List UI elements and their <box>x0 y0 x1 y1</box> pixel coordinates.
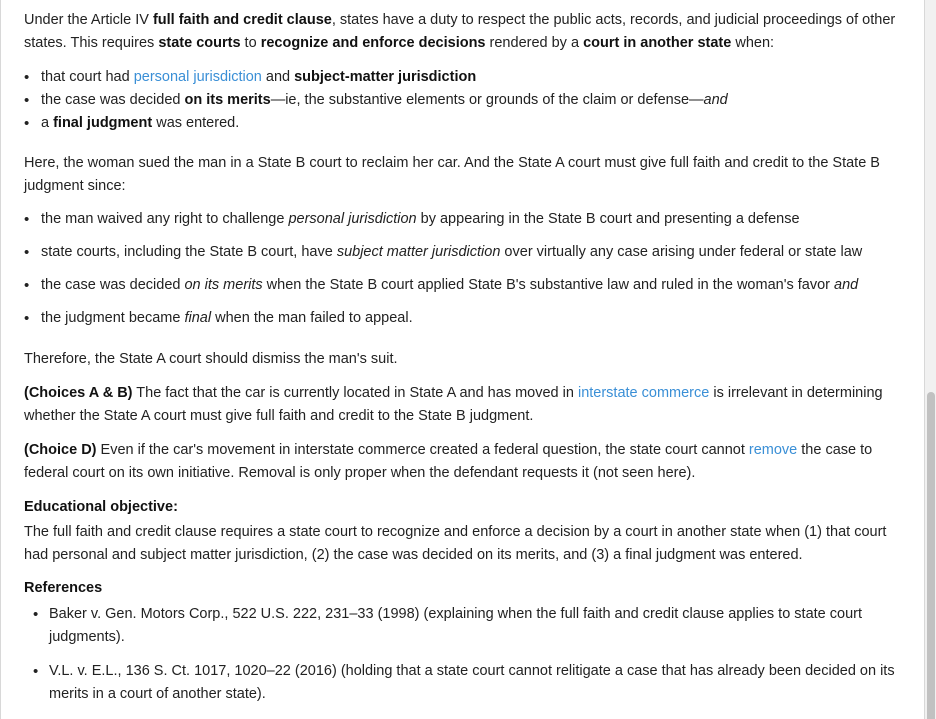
here-paragraph: Here, the woman sued the man in a State … <box>24 152 909 198</box>
interstate-commerce-link[interactable]: interstate commerce <box>578 385 709 401</box>
fact-item: state courts, including the State B cour… <box>1 241 909 264</box>
list-text: the man waived any right to challenge <box>41 211 289 227</box>
choice-ab-paragraph: (Choices A & B) The fact that the car is… <box>24 382 909 428</box>
references-list: Baker v. Gen. Motors Corp., 522 U.S. 222… <box>1 603 909 706</box>
intro-text: to <box>240 35 261 51</box>
fact-item: the case was decided on its merits when … <box>1 274 909 297</box>
list-text: the case was decided <box>41 92 185 108</box>
requirement-item: that court had personal jurisdiction and… <box>1 66 909 89</box>
italic-term: on its merits <box>184 277 263 293</box>
therefore-text: Therefore, the State A court should dism… <box>24 351 398 367</box>
facts-list: the man waived any right to challenge pe… <box>1 208 909 330</box>
requirement-item: the case was decided on its merits—ie, t… <box>1 89 909 112</box>
italic-term: personal jurisdiction <box>288 211 417 227</box>
intro-text: when: <box>731 35 775 51</box>
term-recognize-enforce: recognize and enforce decisions <box>260 35 486 51</box>
objective-text: The full faith and credit clause require… <box>24 524 887 563</box>
fact-item: the judgment became final when the man f… <box>1 307 909 330</box>
educational-objective: Educational objective: The full faith an… <box>24 496 909 567</box>
term-on-merits: on its merits <box>184 92 271 108</box>
choice-d-paragraph: (Choice D) Even if the car's movement in… <box>24 439 909 485</box>
list-text: —ie, the substantive elements or grounds… <box>270 92 704 108</box>
italic-term: subject matter jurisdiction <box>336 244 501 260</box>
term-subject-matter: subject-matter jurisdiction <box>294 69 477 85</box>
italic-and: and <box>703 92 728 108</box>
list-text: by appearing in the State B court and pr… <box>416 211 800 227</box>
list-text: when the State B court applied State B's… <box>262 277 835 293</box>
list-text: a <box>41 115 54 131</box>
list-text: and <box>261 69 295 85</box>
italic-term: final <box>184 310 212 326</box>
choice-ab-label: (Choices A & B) <box>24 385 133 401</box>
list-text: the judgment became <box>41 310 185 326</box>
requirements-list: that court had personal jurisdiction and… <box>1 66 909 135</box>
list-text: over virtually any case arising under fe… <box>500 244 863 260</box>
list-text: when the man failed to appeal. <box>211 310 413 326</box>
term-final-judgment: final judgment <box>53 115 153 131</box>
requirement-item: a final judgment was entered. <box>1 112 909 135</box>
choice-ab-text: The fact that the car is currently locat… <box>132 385 578 401</box>
references-heading: References <box>24 580 103 596</box>
choice-d-text: Even if the car's movement in interstate… <box>96 442 749 458</box>
here-text: Here, the woman sued the man in a State … <box>24 155 880 194</box>
term-another-state: court in another state <box>583 35 732 51</box>
scrollbar-thumb[interactable] <box>927 392 935 719</box>
intro-text: Under the Article IV <box>24 12 153 28</box>
reference-item: V.L. v. E.L., 136 S. Ct. 1017, 1020–22 (… <box>24 660 909 706</box>
term-state-courts: state courts <box>158 35 241 51</box>
reference-item: Baker v. Gen. Motors Corp., 522 U.S. 222… <box>24 603 909 649</box>
list-text: was entered. <box>152 115 240 131</box>
intro-paragraph: Under the Article IV full faith and cred… <box>24 9 909 55</box>
intro-text: rendered by a <box>485 35 584 51</box>
list-text: state courts, including the State B cour… <box>41 244 337 260</box>
list-text: the case was decided <box>41 277 185 293</box>
personal-jurisdiction-link[interactable]: personal jurisdiction <box>134 69 262 85</box>
remove-link[interactable]: remove <box>749 442 797 458</box>
explanation-panel: Under the Article IV full faith and cred… <box>0 0 925 719</box>
choice-d-label: (Choice D) <box>24 442 97 458</box>
objective-heading: Educational objective: <box>24 499 178 515</box>
fact-item: the man waived any right to challenge pe… <box>1 208 909 231</box>
references-section: References <box>24 577 909 600</box>
therefore-paragraph: Therefore, the State A court should dism… <box>24 348 909 371</box>
term-full-faith-credit: full faith and credit clause <box>152 12 332 28</box>
italic-and: and <box>834 277 859 293</box>
list-text: that court had <box>41 69 134 85</box>
